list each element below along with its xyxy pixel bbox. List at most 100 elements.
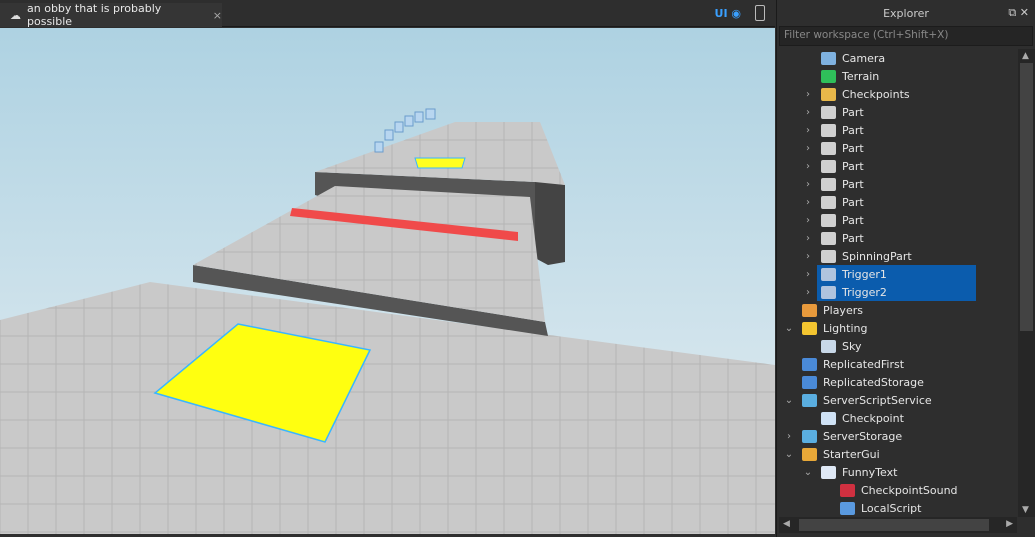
tree-item-lighting[interactable]: ⌄ Lighting <box>777 319 1018 337</box>
tree-item-checkpointsound[interactable]: CheckpointSound <box>777 481 1018 499</box>
vertical-scrollbar[interactable]: ▲ ▼ <box>1018 49 1035 517</box>
tree-item-terrain[interactable]: Terrain <box>777 67 1018 85</box>
tree-item-part[interactable]: › Part <box>777 121 1018 139</box>
ui-label: UI <box>714 6 728 20</box>
tree-item-label: Part <box>842 123 864 137</box>
part-icon <box>821 177 836 191</box>
starter-gui-icon <box>802 447 817 461</box>
tree-item-label: Part <box>842 105 864 119</box>
tree-item-label: FunnyText <box>842 465 898 479</box>
tree-item-part[interactable]: › Part <box>777 175 1018 193</box>
camera-icon <box>821 51 836 65</box>
tree-item-part[interactable]: › Part <box>777 103 1018 121</box>
tree-item-replicatedstorage[interactable]: ReplicatedStorage <box>777 373 1018 391</box>
tree-item-part[interactable]: › Part <box>777 229 1018 247</box>
filter-workspace-input[interactable]: Filter workspace (Ctrl+Shift+X) <box>779 26 1033 46</box>
tree-item-serverscriptservice[interactable]: ⌄ ServerScriptService <box>777 391 1018 409</box>
tree-item-part[interactable]: › Part <box>777 157 1018 175</box>
chevron-down-icon[interactable]: ⌄ <box>783 395 795 406</box>
tree-item-startergui[interactable]: ⌄ StarterGui <box>777 445 1018 463</box>
tree-item-label: Trigger2 <box>842 285 887 299</box>
chevron-right-icon[interactable]: › <box>802 251 814 262</box>
tree-item-part[interactable]: › Part <box>777 139 1018 157</box>
chevron-right-icon[interactable]: › <box>802 107 814 118</box>
tree-item-label: Trigger1 <box>842 267 887 281</box>
chevron-right-icon[interactable]: › <box>802 287 814 298</box>
tree-item-replicatedfirst[interactable]: ReplicatedFirst <box>777 355 1018 373</box>
editor-tab-bar: ☁ an obby that is probably possible × UI… <box>0 0 775 28</box>
tree-item-label: Part <box>842 177 864 191</box>
part-icon <box>821 123 836 137</box>
tree-item-label: ReplicatedStorage <box>823 375 924 389</box>
chevron-right-icon[interactable]: › <box>802 89 814 100</box>
tree-item-label: Sky <box>842 339 862 353</box>
tree-item-label: Part <box>842 159 864 173</box>
tree-item-label: Players <box>823 303 863 317</box>
tree-item-label: Part <box>842 231 864 245</box>
tree-item-label: Terrain <box>842 69 880 83</box>
chevron-right-icon[interactable]: › <box>802 143 814 154</box>
replicated-storage-icon <box>802 375 817 389</box>
tree-item-localscript[interactable]: LocalScript <box>777 499 1018 517</box>
folder-icon <box>821 87 836 101</box>
part-icon <box>821 213 836 227</box>
tree-item-camera[interactable]: Camera <box>777 49 1018 67</box>
tree-item-label: Part <box>842 195 864 209</box>
chevron-down-icon[interactable]: ⌄ <box>783 449 795 460</box>
chevron-down-icon[interactable]: ⌄ <box>802 467 814 478</box>
chevron-right-icon[interactable]: › <box>802 215 814 226</box>
chevron-down-icon[interactable]: ⌄ <box>783 323 795 334</box>
tree-item-label: CheckpointSound <box>861 483 958 497</box>
horizontal-scrollbar[interactable]: ◀ ▶ <box>779 517 1017 533</box>
tree-item-part[interactable]: › Part <box>777 193 1018 211</box>
tree-item-label: Lighting <box>823 321 868 335</box>
sound-icon <box>840 483 855 497</box>
cloud-icon: ☁ <box>10 8 21 22</box>
part-icon <box>821 231 836 245</box>
screen-gui-icon <box>821 465 836 479</box>
chevron-right-icon[interactable]: › <box>783 431 795 442</box>
sky-icon <box>821 339 836 353</box>
tab-title: an obby that is probably possible <box>27 2 162 28</box>
players-icon <box>802 303 817 317</box>
tree-item-sky[interactable]: Sky <box>777 337 1018 355</box>
tree-item-part[interactable]: › Part <box>777 211 1018 229</box>
tab-place[interactable]: ☁ an obby that is probably possible × <box>0 2 222 28</box>
chevron-right-icon[interactable]: › <box>802 161 814 172</box>
explorer-title: Explorer <box>883 6 929 20</box>
tree-item-label: Camera <box>842 51 886 65</box>
tree-item-players[interactable]: Players <box>777 301 1018 319</box>
chevron-right-icon[interactable]: › <box>802 179 814 190</box>
undock-icon[interactable]: ⧉ <box>1008 6 1016 19</box>
tree-item-checkpoint[interactable]: Checkpoint <box>777 409 1018 427</box>
tree-item-label: LocalScript <box>861 501 922 515</box>
lightbulb-icon <box>802 321 817 335</box>
3d-viewport[interactable] <box>0 28 775 534</box>
tree-item-serverstorage[interactable]: › ServerStorage <box>777 427 1018 445</box>
terrain-icon <box>821 69 836 83</box>
close-panel-icon[interactable]: ✕ <box>1020 6 1029 19</box>
ui-visibility-toggle[interactable]: UI ◉ <box>715 7 741 20</box>
close-tab-button[interactable]: × <box>213 9 222 22</box>
eye-icon: ◉ <box>731 6 741 20</box>
tree-item-trigger2[interactable]: › Trigger2 <box>777 283 1018 301</box>
tree-item-label: StarterGui <box>823 447 880 461</box>
explorer-tree: Camera Terrain › Checkpoints › Part › Part › Part… <box>777 49 1018 517</box>
chevron-right-icon[interactable]: › <box>802 233 814 244</box>
part-icon <box>821 267 836 281</box>
device-emulator-icon[interactable] <box>755 5 765 21</box>
chevron-right-icon[interactable]: › <box>802 125 814 136</box>
server-script-service-icon <box>802 393 817 407</box>
chevron-right-icon[interactable]: › <box>802 269 814 280</box>
tree-item-funnytext[interactable]: ⌄ FunnyText <box>777 463 1018 481</box>
part-icon <box>821 159 836 173</box>
chevron-right-icon[interactable]: › <box>802 197 814 208</box>
tree-item-label: Checkpoint <box>842 411 904 425</box>
tree-item-checkpoints[interactable]: › Checkpoints <box>777 85 1018 103</box>
tree-item-label: ServerScriptService <box>823 393 932 407</box>
part-icon <box>821 195 836 209</box>
tree-item-spinningpart[interactable]: › SpinningPart <box>777 247 1018 265</box>
tree-item-label: SpinningPart <box>842 249 912 263</box>
part-icon <box>821 249 836 263</box>
tree-item-trigger1[interactable]: › Trigger1 <box>777 265 1018 283</box>
